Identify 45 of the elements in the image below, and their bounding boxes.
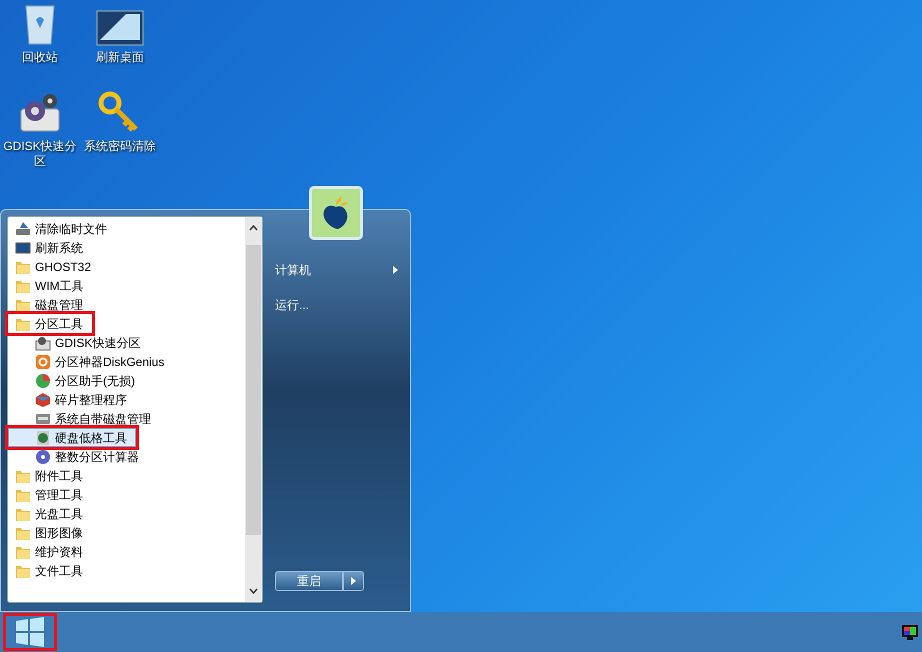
windows-logo-icon [15,617,45,647]
power-button[interactable]: 重启 [275,571,343,591]
menu-item[interactable]: 整数分区计算器 [8,447,245,466]
monitor-icon [15,240,31,256]
menu-item[interactable]: WIM工具 [8,276,245,295]
menu-item[interactable]: 文件工具 [8,561,245,580]
scroll-up-icon[interactable] [249,225,258,231]
menu-item[interactable]: 硬盘低格工具 [8,428,136,447]
menu-item[interactable]: 图形图像 [8,523,245,542]
menu-item[interactable]: 管理工具 [8,485,245,504]
menu-item[interactable]: 维护资料 [8,542,245,561]
disc-icon [35,448,51,464]
menu-item[interactable]: 分区工具 [8,314,92,333]
pie-icon [35,372,51,388]
submenu-arrow-icon [393,266,398,274]
menu-item[interactable]: GHOST32 [8,257,245,276]
menu-item[interactable]: 分区助手(无损) [8,371,245,390]
menu-item[interactable]: 碎片整理程序 [8,390,245,409]
power-options-button[interactable] [343,571,364,591]
menu-item[interactable]: 刷新系统 [8,238,245,257]
g-logo-icon [35,354,51,370]
menu-item[interactable]: 光盘工具 [8,504,245,523]
monitor-icon [96,10,144,46]
desktop-icon-label[interactable]: 系统密码清除 [82,139,158,154]
menu-item[interactable]: 附件工具 [8,466,245,485]
scrollbar[interactable] [245,217,262,602]
menu-item[interactable]: 磁盘管理 [8,295,245,314]
menu-item[interactable]: 清除临时文件 [8,219,245,238]
cube-icon [35,392,51,408]
heart-leaf-icon [322,195,350,231]
cleaner-icon [15,220,31,236]
menu-item[interactable]: 分区神器DiskGenius [8,352,245,371]
scroll-down-icon[interactable] [249,588,258,594]
desktop-icon-label[interactable]: 回收站 [2,50,78,65]
start-button[interactable] [3,613,57,651]
menu-item[interactable]: GDISK快速分区 [8,333,245,352]
arrow-right-icon [351,577,356,585]
color-monitor-icon[interactable] [902,624,918,640]
menu-item[interactable]: 运行... [275,295,398,315]
menu-item[interactable]: 计算机 [275,260,398,280]
desktop-icon-label[interactable]: GDISK快速分区 [2,139,78,169]
disk-icon [35,334,51,350]
scroll-thumb[interactable] [246,244,261,534]
menu-item[interactable]: 系统自带磁盘管理 [8,409,245,428]
desktop-icon-label[interactable]: 刷新桌面 [82,50,158,65]
